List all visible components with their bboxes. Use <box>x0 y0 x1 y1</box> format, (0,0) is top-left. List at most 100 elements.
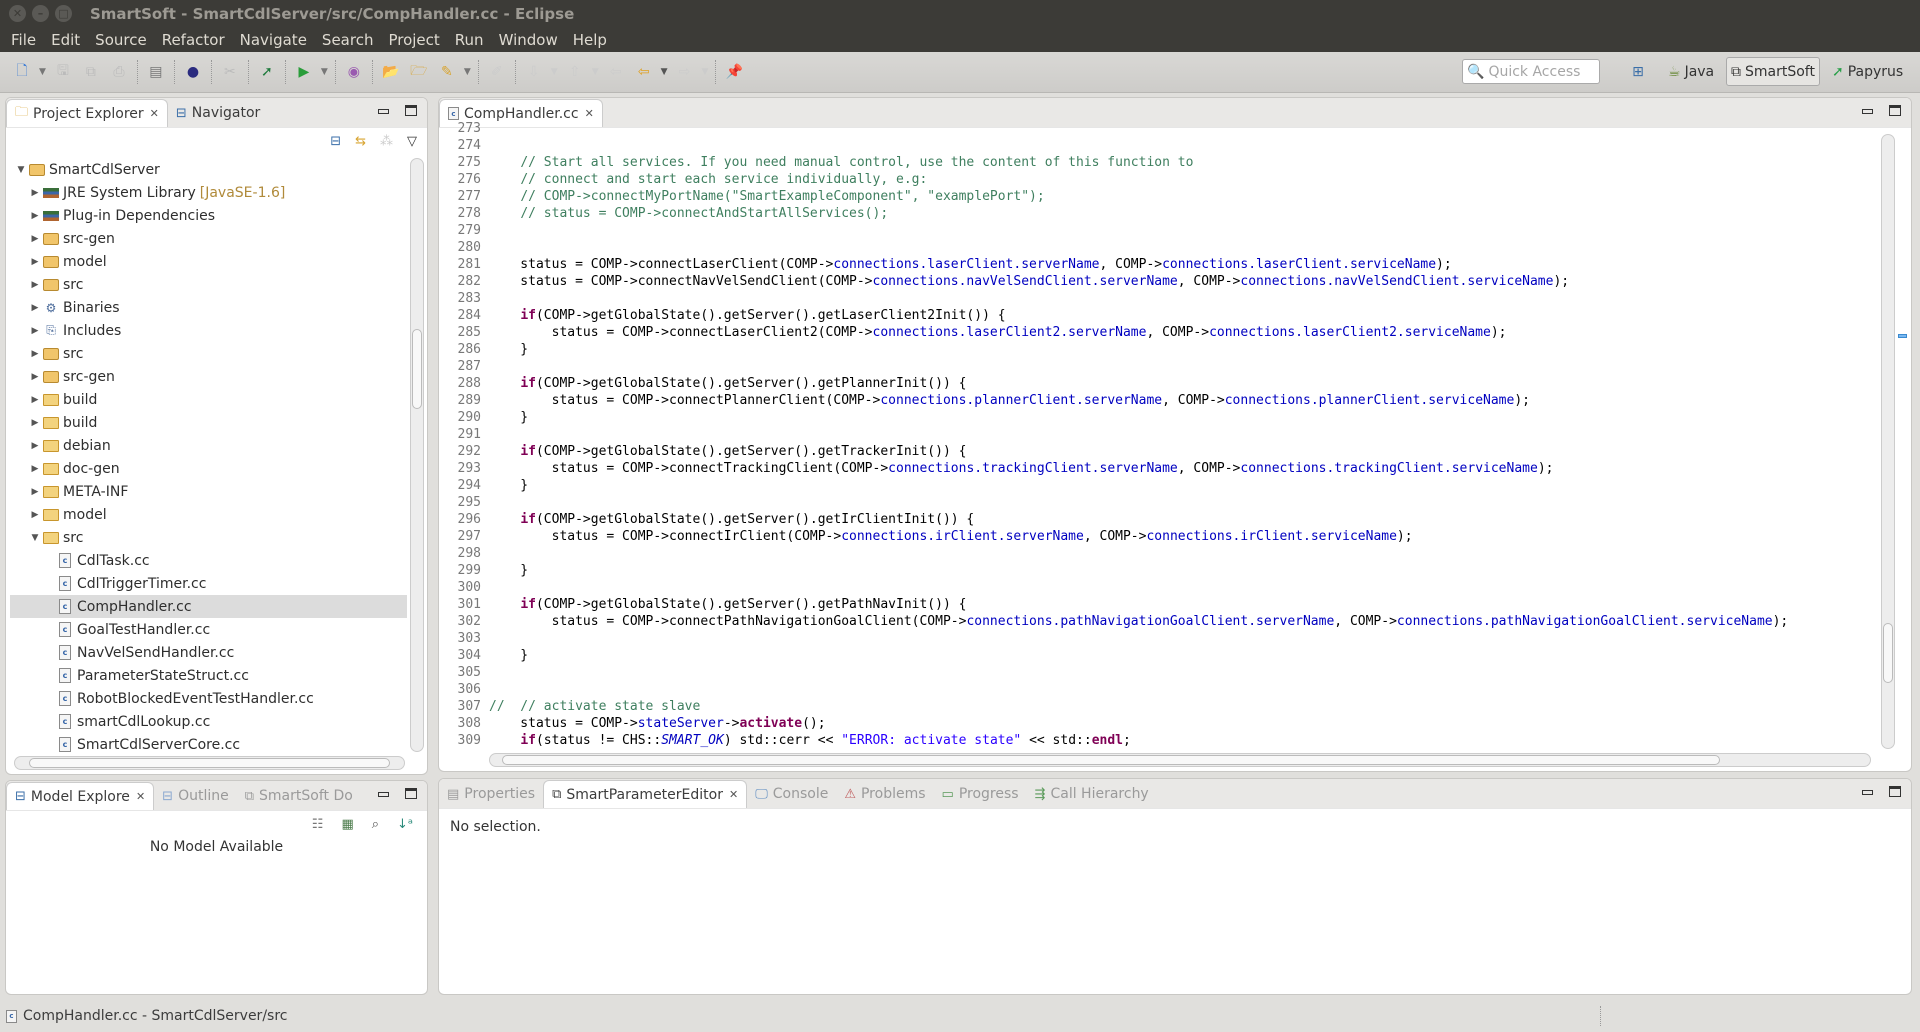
code-line[interactable]: 305 <box>439 664 1883 681</box>
code-editor[interactable]: 273 274 275 // Start all services. If you … <box>439 120 1883 751</box>
tab-progress[interactable]: ▭ Progress <box>934 780 1027 808</box>
tree-item[interactable]: c smartCdlLookup.cc <box>10 710 407 733</box>
tree-item[interactable]: c CdlTask.cc <box>10 549 407 572</box>
tree-item[interactable]: ▶ Plug-in Dependencies <box>10 204 407 227</box>
tree-item[interactable]: ▶ src-gen <box>10 365 407 388</box>
tree-item[interactable]: ▼ SmartCdlServer <box>10 158 407 181</box>
last-edit-icon[interactable]: ⇦ <box>605 61 627 83</box>
print-icon[interactable]: ⎙ <box>108 61 130 83</box>
tree-item[interactable]: ▶ ⎘ Includes <box>10 319 407 342</box>
minimize-view-button[interactable] <box>378 109 389 114</box>
search-icon[interactable]: ⌕ <box>372 817 379 832</box>
tab-project-explorer[interactable]: 🗀 Project Explorer ✕ <box>6 99 168 127</box>
binary-file-icon[interactable]: ▤ <box>145 61 167 83</box>
next-annotation-icon[interactable]: ⇩ <box>523 61 545 83</box>
tab-outline[interactable]: ⊟ Outline <box>154 782 237 810</box>
code-line[interactable]: 297 status = COMP->connectIrClient(COMP-… <box>439 528 1883 545</box>
close-tab-icon[interactable]: ✕ <box>585 107 594 120</box>
run-icon[interactable]: ▶ <box>293 61 315 83</box>
editor-vertical-scroll-thumb[interactable] <box>1883 623 1893 683</box>
expand-arrow-icon[interactable]: ▶ <box>28 510 42 520</box>
code-line[interactable]: 285 status = COMP->connectLaserClient2(C… <box>439 324 1883 341</box>
filter-icon[interactable]: ⁂ <box>380 134 393 149</box>
globe-icon[interactable]: ◉ <box>343 61 365 83</box>
expand-arrow-icon[interactable]: ▶ <box>28 441 42 451</box>
code-line[interactable]: 279 <box>439 222 1883 239</box>
menu-source[interactable]: Source <box>88 31 154 49</box>
perspective-smartsoft[interactable]: ⧉ SmartSoft <box>1726 57 1820 86</box>
expand-arrow-icon[interactable]: ▶ <box>28 234 42 244</box>
expand-arrow-icon[interactable]: ▶ <box>28 464 42 474</box>
pin-editor-icon[interactable]: 📌 <box>723 61 745 83</box>
tab-properties[interactable]: ▤ Properties <box>439 780 543 808</box>
new-icon[interactable]: 🗋 <box>11 61 33 83</box>
minimize-window-button[interactable]: – <box>32 5 49 22</box>
perspective-java[interactable]: ☕ Java <box>1668 57 1714 86</box>
close-window-button[interactable]: ✕ <box>9 5 26 22</box>
editor-vertical-scrollbar[interactable] <box>1881 134 1895 749</box>
save-icon[interactable]: 🖫 <box>52 61 74 83</box>
minimize-view-button[interactable] <box>378 792 389 797</box>
tree-item[interactable]: ▶ build <box>10 411 407 434</box>
code-line[interactable]: 298 <box>439 545 1883 562</box>
code-line[interactable]: 277 // COMP->connectMyPortName("SmartExa… <box>439 188 1883 205</box>
editor-horizontal-scrollbar[interactable] <box>489 753 1871 767</box>
code-line[interactable]: 308 status = COMP->stateServer->activate… <box>439 715 1883 732</box>
menu-help[interactable]: Help <box>566 31 614 49</box>
code-line[interactable]: 280 <box>439 239 1883 256</box>
tree-item[interactable]: ▶ src <box>10 273 407 296</box>
table-edit-icon[interactable]: ▦ <box>341 817 353 832</box>
code-line[interactable]: 291 <box>439 426 1883 443</box>
close-tab-icon[interactable]: ✕ <box>729 788 738 801</box>
annotation-icon[interactable]: ✐ <box>486 61 508 83</box>
code-line[interactable]: 288 if(COMP->getGlobalState().getServer(… <box>439 375 1883 392</box>
tree-item[interactable]: c SmartCdlServerCore.cc <box>10 733 407 752</box>
menu-project[interactable]: Project <box>381 31 446 49</box>
code-line[interactable]: 283 <box>439 290 1883 307</box>
open-type-icon[interactable]: 📂 <box>380 61 402 83</box>
code-line[interactable]: 295 <box>439 494 1883 511</box>
tree-item[interactable]: c ParameterStateStruct.cc <box>10 664 407 687</box>
menu-search[interactable]: Search <box>315 31 381 49</box>
code-line[interactable]: 292 if(COMP->getGlobalState().getServer(… <box>439 443 1883 460</box>
tree-item[interactable]: ▶ src-gen <box>10 227 407 250</box>
tree-item[interactable]: ▶ META-INF <box>10 480 407 503</box>
code-line[interactable]: 276 // connect and start each service in… <box>439 171 1883 188</box>
code-line[interactable]: 293 status = COMP->connectTrackingClient… <box>439 460 1883 477</box>
brush-dropdown-icon[interactable]: ▼ <box>464 67 471 77</box>
expand-arrow-icon[interactable]: ▶ <box>28 349 42 359</box>
eclipse-icon[interactable]: ● <box>182 61 204 83</box>
view-menu-icon[interactable]: ▽ <box>407 134 417 149</box>
code-line[interactable]: 289 status = COMP->connectPlannerClient(… <box>439 392 1883 409</box>
tree-item[interactable]: c GoalTestHandler.cc <box>10 618 407 641</box>
code-line[interactable]: 273 <box>439 120 1883 137</box>
sort-alpha-icon[interactable]: ↓ᵃ <box>397 817 413 832</box>
code-line[interactable]: 306 <box>439 681 1883 698</box>
code-line[interactable]: 281 status = COMP->connectLaserClient(CO… <box>439 256 1883 273</box>
tab-model-explorer[interactable]: ⊟ Model Explore ✕ <box>6 782 155 810</box>
expand-arrow-icon[interactable]: ▶ <box>28 303 42 313</box>
tree-item[interactable]: ▶ doc-gen <box>10 457 407 480</box>
open-perspective-icon[interactable]: ⊞ <box>1627 61 1649 83</box>
expand-arrow-icon[interactable]: ▶ <box>28 211 42 221</box>
tree-item[interactable]: ▶ JRE System Library [JavaSE-1.6] <box>10 181 407 204</box>
maximize-window-button[interactable]: □ <box>55 5 72 22</box>
code-line[interactable]: 296 if(COMP->getGlobalState().getServer(… <box>439 511 1883 528</box>
code-line[interactable]: 309 if(status != CHS::SMART_OK) std::cer… <box>439 732 1883 749</box>
expand-arrow-icon[interactable]: ▶ <box>28 326 42 336</box>
maximize-view-button[interactable] <box>405 105 417 116</box>
quick-access-input[interactable]: 🔍 Quick Access <box>1462 59 1600 84</box>
code-line[interactable]: 299 } <box>439 562 1883 579</box>
overview-ruler-marker[interactable] <box>1898 334 1907 338</box>
tab-smart-parameter-editor[interactable]: ⧉ SmartParameterEditor ✕ <box>543 780 748 808</box>
expand-arrow-icon[interactable]: ▶ <box>28 487 42 497</box>
prev-annotation-icon[interactable]: ⇧ <box>564 61 586 83</box>
back-dropdown-icon[interactable]: ▼ <box>661 67 668 77</box>
collapse-all-icon[interactable]: ⊟ <box>330 134 341 149</box>
code-line[interactable]: 303 <box>439 630 1883 647</box>
code-line[interactable]: 301 if(COMP->getGlobalState().getServer(… <box>439 596 1883 613</box>
tab-navigator[interactable]: ⊟ Navigator <box>168 99 268 127</box>
code-line[interactable]: 275 // Start all services. If you need m… <box>439 154 1883 171</box>
close-tab-icon[interactable]: ✕ <box>150 107 159 120</box>
papyrus-icon[interactable]: ➚ <box>256 61 278 83</box>
